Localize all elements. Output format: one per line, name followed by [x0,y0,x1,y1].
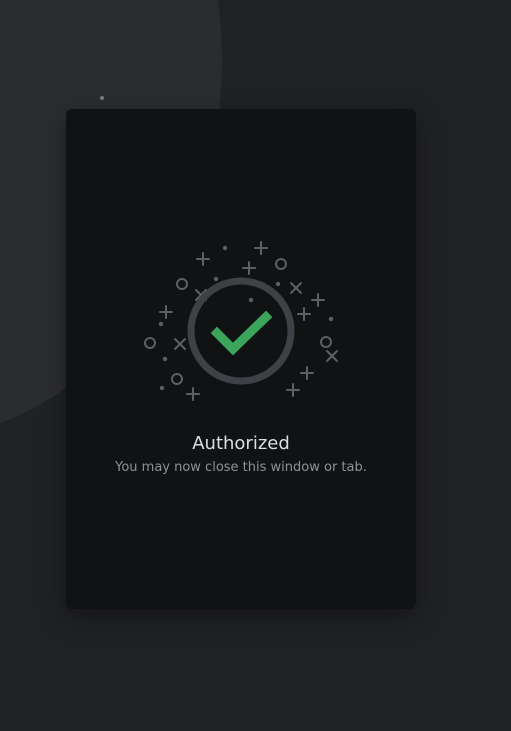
status-message: You may now close this window or tab. [115,460,367,475]
background-dot [100,96,104,100]
success-illustration [144,241,338,401]
authorization-card: Authorized You may now close this window… [66,109,416,609]
page-background: Authorized You may now close this window… [0,0,511,731]
check-ring [187,277,295,385]
page-title: Authorized [192,433,290,454]
sparkle-icon [144,241,338,401]
check-circle-icon [210,310,273,356]
